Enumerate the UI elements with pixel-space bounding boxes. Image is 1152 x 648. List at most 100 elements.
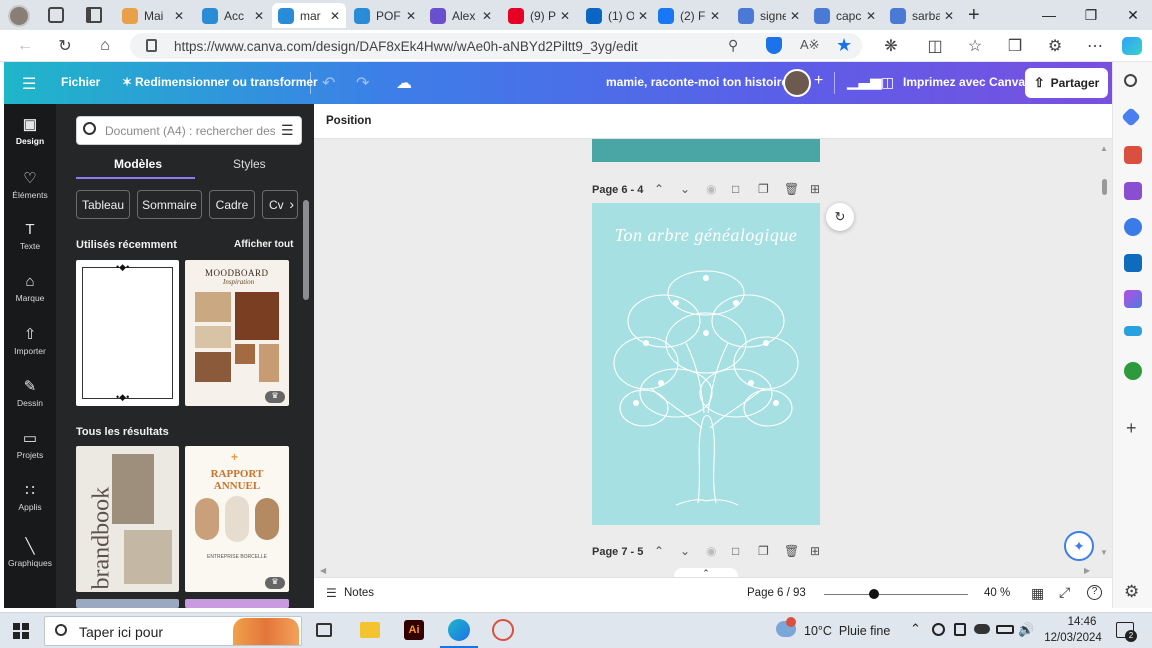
page-down-icon[interactable]: ⌄ bbox=[680, 544, 690, 558]
rail-item[interactable]: ⌂ Marque bbox=[4, 264, 56, 312]
browser-tab[interactable]: Acc ✕ bbox=[196, 3, 270, 28]
resize-menu[interactable]: Redimensionner ou transformer bbox=[135, 75, 318, 89]
back-button[interactable]: ← bbox=[12, 34, 38, 58]
tab-models[interactable]: Modèles bbox=[114, 157, 162, 171]
close-tab-icon[interactable]: ✕ bbox=[786, 9, 800, 23]
show-all-link[interactable]: Afficher tout bbox=[234, 239, 293, 250]
task-view-icon[interactable] bbox=[316, 623, 332, 637]
scroll-down-icon[interactable]: ▼ bbox=[1100, 548, 1108, 557]
insights-icon[interactable]: ▁▃▅ bbox=[847, 72, 882, 90]
rail-item[interactable]: ▣ Design bbox=[4, 106, 56, 154]
tag-icon[interactable] bbox=[1121, 107, 1141, 127]
clock-date[interactable]: 12/03/2024 bbox=[1040, 632, 1106, 644]
search-icon[interactable] bbox=[1124, 74, 1137, 87]
browser-tab[interactable]: (1) Offres✕ bbox=[580, 3, 654, 28]
tab-actions-icon[interactable] bbox=[86, 7, 102, 23]
weather-text[interactable]: 10°C Pluie fine bbox=[804, 624, 890, 638]
windows-start-icon[interactable] bbox=[13, 623, 29, 639]
close-tab-icon[interactable]: ✕ bbox=[940, 9, 954, 23]
tray-cloud-icon[interactable] bbox=[974, 624, 990, 634]
close-window-button[interactable]: ✕ bbox=[1110, 0, 1152, 30]
position-button[interactable]: Position bbox=[326, 115, 371, 127]
duplicate-page-icon[interactable]: ❐ bbox=[758, 182, 769, 196]
resize-star-icon[interactable]: ✶ bbox=[122, 75, 132, 89]
panel-scrollbar[interactable] bbox=[303, 200, 309, 300]
edge-browser-icon[interactable] bbox=[448, 619, 470, 641]
battery-icon[interactable] bbox=[996, 625, 1014, 634]
split-screen-icon[interactable]: ◫ bbox=[922, 34, 948, 58]
user-avatar[interactable] bbox=[783, 69, 811, 97]
home-icon[interactable]: ⌂ bbox=[92, 34, 118, 58]
chip-tableau[interactable]: Tableau bbox=[76, 190, 130, 219]
page-title-text[interactable]: Ton arbre généalogique bbox=[592, 225, 820, 246]
new-tab-button[interactable]: + bbox=[968, 4, 980, 27]
close-tab-icon[interactable]: ✕ bbox=[402, 9, 416, 23]
redo-icon[interactable]: ↷ bbox=[356, 73, 369, 93]
template-thumbnail-brandbook[interactable]: brandbook bbox=[76, 446, 179, 592]
file-explorer-icon[interactable] bbox=[360, 622, 380, 638]
rail-item[interactable]: T Texte bbox=[4, 212, 56, 260]
close-tab-icon[interactable]: ✕ bbox=[478, 9, 492, 23]
template-thumbnail-frame[interactable]: •◆• •◆• bbox=[76, 260, 179, 406]
read-aloud-icon[interactable]: A※ bbox=[800, 37, 820, 53]
duplicate-page-icon[interactable]: ❐ bbox=[758, 544, 769, 558]
share-button[interactable]: ⇧ Partager bbox=[1025, 68, 1108, 98]
clock-time[interactable]: 14:46 bbox=[1052, 616, 1112, 628]
filter-icon[interactable]: ☰ bbox=[281, 122, 294, 139]
zoom-level[interactable]: 40 % bbox=[984, 587, 1010, 599]
page-6-label[interactable]: Page 6 - 4 bbox=[592, 184, 643, 196]
notes-icon[interactable]: ☰ bbox=[326, 586, 337, 600]
add-page-icon[interactable]: ⊞ bbox=[810, 182, 820, 196]
games-icon[interactable] bbox=[1124, 182, 1142, 200]
rail-item[interactable]: ✎ Dessin bbox=[4, 368, 56, 416]
collections-icon[interactable]: ❒ bbox=[1002, 34, 1028, 58]
hamburger-menu-icon[interactable]: ☰ bbox=[22, 74, 36, 94]
taskbar-search-input[interactable]: Taper ici pour bbox=[44, 616, 302, 646]
page-up-icon[interactable]: ⌃ bbox=[654, 182, 664, 196]
browser-tab[interactable]: POF ✕ bbox=[348, 3, 422, 28]
close-tab-icon[interactable]: ✕ bbox=[706, 9, 720, 23]
outlook-icon[interactable] bbox=[1124, 254, 1142, 272]
tree-icon[interactable] bbox=[1124, 362, 1142, 380]
minimize-button[interactable]: — bbox=[1026, 0, 1072, 30]
template-thumbnail-annual-report[interactable]: + RAPPORT ANNUEL ENTREPRISE BORCELLE ♛ bbox=[185, 446, 289, 592]
rail-item[interactable]: ╲ Graphiques bbox=[4, 528, 56, 576]
hide-page-icon[interactable]: ◉ bbox=[706, 544, 716, 558]
tools-icon[interactable] bbox=[1124, 146, 1142, 164]
delete-page-icon[interactable]: 🗑 bbox=[784, 544, 799, 558]
template-search-input[interactable]: Document (A4) : rechercher des mo ☰ bbox=[76, 116, 302, 145]
favorites-icon[interactable]: ☆ bbox=[962, 34, 988, 58]
cloud-saved-icon[interactable]: ☁ bbox=[396, 73, 412, 93]
designer-icon[interactable] bbox=[1124, 290, 1142, 308]
page-7-label[interactable]: Page 7 - 5 bbox=[592, 546, 643, 558]
tray-app-icon[interactable] bbox=[954, 623, 966, 636]
browser-tab[interactable]: sarbacan✕ bbox=[884, 3, 960, 28]
close-tab-icon[interactable]: ✕ bbox=[556, 9, 570, 23]
browser-tab[interactable]: signes as✕ bbox=[732, 3, 806, 28]
family-tree-illustration[interactable] bbox=[606, 263, 806, 513]
chip-cadre[interactable]: Cadre bbox=[209, 190, 255, 219]
close-tab-icon[interactable]: ✕ bbox=[170, 9, 184, 23]
add-sidebar-app-icon[interactable]: + bbox=[1126, 418, 1137, 439]
refresh-suggestion-button[interactable]: ↻ bbox=[826, 203, 854, 231]
close-tab-icon[interactable]: ✕ bbox=[250, 9, 264, 23]
send-icon[interactable] bbox=[1124, 326, 1142, 336]
browser-tab[interactable]: capcut lo✕ bbox=[808, 3, 882, 28]
chip-cv[interactable]: Cv › bbox=[262, 190, 298, 219]
volume-icon[interactable]: 🔊 bbox=[1018, 622, 1034, 638]
copilot-app-icon[interactable] bbox=[1124, 218, 1142, 236]
scroll-left-icon[interactable]: ◀ bbox=[320, 566, 326, 575]
page-up-icon[interactable]: ⌃ bbox=[654, 544, 664, 558]
rail-item[interactable]: ∷ Applis bbox=[4, 472, 56, 520]
extensions-icon[interactable]: ❋ bbox=[878, 34, 904, 58]
print-truck-icon[interactable]: ◫ bbox=[881, 74, 894, 91]
chevron-right-icon[interactable]: › bbox=[289, 196, 294, 212]
fullscreen-icon[interactable]: ⤢ bbox=[1059, 584, 1070, 601]
page-down-icon[interactable]: ⌄ bbox=[680, 182, 690, 196]
chip-sommaire[interactable]: Sommaire bbox=[137, 190, 202, 219]
hide-page-icon[interactable]: ◉ bbox=[706, 182, 716, 196]
template-thumbnail-moodboard[interactable]: MOODBOARD Inspiration ♛ bbox=[185, 260, 289, 406]
profile-avatar[interactable] bbox=[8, 5, 30, 27]
url-field[interactable]: https://www.canva.com/design/DAF8xEk4Hww… bbox=[130, 33, 862, 59]
magic-assistant-button[interactable]: ✦ bbox=[1064, 531, 1094, 561]
